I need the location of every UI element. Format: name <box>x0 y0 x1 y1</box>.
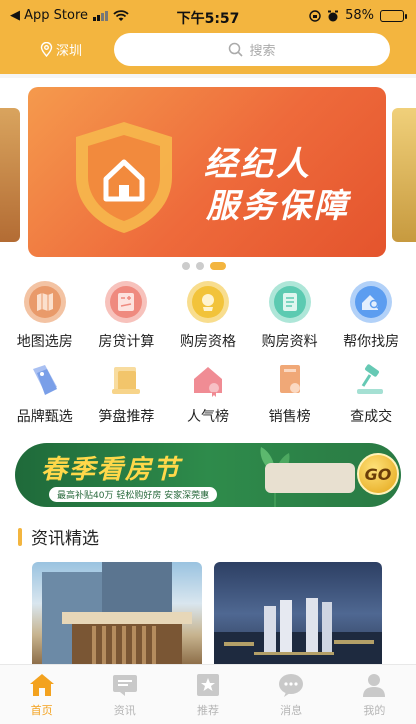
promo-go-button[interactable]: GO <box>357 453 399 495</box>
city-selector[interactable]: 深圳 <box>40 40 82 59</box>
banner-next-slide-peek[interactable] <box>392 108 416 242</box>
tag-icon <box>32 365 57 395</box>
news-card-image[interactable] <box>214 562 382 666</box>
entry-popular-list[interactable]: 人气榜 <box>168 359 248 426</box>
carousel-indicator <box>182 262 226 270</box>
recommend-icon <box>112 367 141 394</box>
entry-label: 帮你找房 <box>343 334 400 350</box>
banner-slide[interactable]: 经纪人 服务保障 <box>28 87 386 257</box>
map-icon <box>23 281 66 323</box>
qualification-icon <box>186 281 229 323</box>
tab-label: 推荐 <box>196 704 219 717</box>
entry-check-deals[interactable]: 查成交 <box>331 359 411 426</box>
gavel-icon <box>357 364 384 394</box>
entry-purchase-qualification[interactable]: 购房资格 <box>168 278 248 351</box>
profile-icon <box>363 674 386 697</box>
calculator-icon <box>105 281 148 323</box>
entry-purchase-documents[interactable]: 购房资料 <box>250 278 330 351</box>
search-icon <box>229 42 244 57</box>
promo-subtitle: 最高补贴40万 轻松购好房 安家深莞惠 <box>49 487 218 502</box>
entry-label: 购房资料 <box>261 334 318 350</box>
entry-mortgage-calc[interactable]: 房贷计算 <box>86 278 166 351</box>
banner-title-line2: 服务保障 <box>206 186 350 225</box>
carousel-dot[interactable] <box>182 262 190 270</box>
search-input[interactable]: 搜索 <box>114 33 390 66</box>
entry-label: 人气榜 <box>186 409 229 425</box>
tab-recommend[interactable]: 推荐 <box>178 665 238 724</box>
recommend-star-icon <box>196 674 219 696</box>
entry-label: 房贷计算 <box>98 334 155 350</box>
shield-house-icon <box>76 122 172 233</box>
entry-label: 地图选房 <box>16 334 73 350</box>
home-icon <box>29 674 54 696</box>
battery-icon <box>380 9 407 22</box>
sofa-image <box>265 463 355 493</box>
entry-brand-select[interactable]: 品牌甄选 <box>5 359 85 426</box>
entry-label: 品牌甄选 <box>16 409 73 425</box>
sales-icon <box>279 365 300 393</box>
tab-label: 消息 <box>280 704 303 717</box>
carousel-dot-active[interactable] <box>210 262 226 270</box>
section-accent-bar <box>18 527 22 546</box>
spring-house-festival-banner[interactable]: 春季看房节 最高补贴40万 轻松购好房 安家深莞惠 GO <box>15 443 401 507</box>
message-icon <box>279 674 304 697</box>
entry-label: 购房资格 <box>179 334 236 350</box>
tab-label: 我的 <box>363 704 386 717</box>
top-header: 深圳 搜索 <box>0 30 416 74</box>
bottom-tab-bar: 首页 资讯 推荐 消息 我的 <box>0 664 416 724</box>
quick-entry-row-1: 地图选房 房贷计算 购房资格 购房资料 帮你找房 <box>0 278 416 351</box>
find-house-icon <box>350 281 393 323</box>
banner-prev-slide-peek[interactable] <box>0 108 20 242</box>
rotation-lock-icon <box>309 9 321 22</box>
promo-title: 春季看房节 <box>41 455 182 485</box>
city-label: 深圳 <box>56 44 83 59</box>
tab-messages[interactable]: 消息 <box>261 665 321 724</box>
quick-entry-grid: 地图选房 房贷计算 购房资格 购房资料 帮你找房 品牌甄选 笋盘推荐 人气榜 销… <box>0 278 416 426</box>
popular-icon <box>193 367 222 397</box>
entry-help-find-house[interactable]: 帮你找房 <box>331 278 411 351</box>
news-section-title: 资讯精选 <box>31 529 99 549</box>
header-divider <box>0 74 416 78</box>
entry-bargain-recommend[interactable]: 笋盘推荐 <box>86 359 166 426</box>
alarm-icon <box>328 10 339 21</box>
entry-map-search[interactable]: 地图选房 <box>5 278 85 351</box>
entry-label: 查成交 <box>350 409 393 425</box>
tab-news[interactable]: 资讯 <box>95 665 155 724</box>
tab-label: 首页 <box>30 704 53 717</box>
news-section-header: 资讯精选 <box>18 524 99 549</box>
banner-title-line1: 经纪人 <box>204 144 312 183</box>
tab-profile[interactable]: 我的 <box>344 665 404 724</box>
building-photo <box>42 562 192 666</box>
entry-sales-list[interactable]: 销售榜 <box>250 359 330 426</box>
search-placeholder: 搜索 <box>249 44 276 59</box>
location-pin-icon <box>40 42 53 57</box>
city-night-photo <box>214 598 382 666</box>
quick-entry-row-2: 品牌甄选 笋盘推荐 人气榜 销售榜 查成交 <box>0 359 416 426</box>
battery-percent: 58% <box>345 8 374 23</box>
status-bar: ◀ App Store 下午5:57 58% <box>0 0 416 30</box>
entry-label: 笋盘推荐 <box>98 409 155 425</box>
tab-label: 资讯 <box>113 704 136 717</box>
entry-label: 销售榜 <box>268 409 311 425</box>
tab-home[interactable]: 首页 <box>12 665 72 724</box>
document-icon <box>268 281 311 323</box>
news-icon <box>112 675 137 696</box>
carousel-dot[interactable] <box>196 262 204 270</box>
news-card-image[interactable] <box>32 562 202 666</box>
